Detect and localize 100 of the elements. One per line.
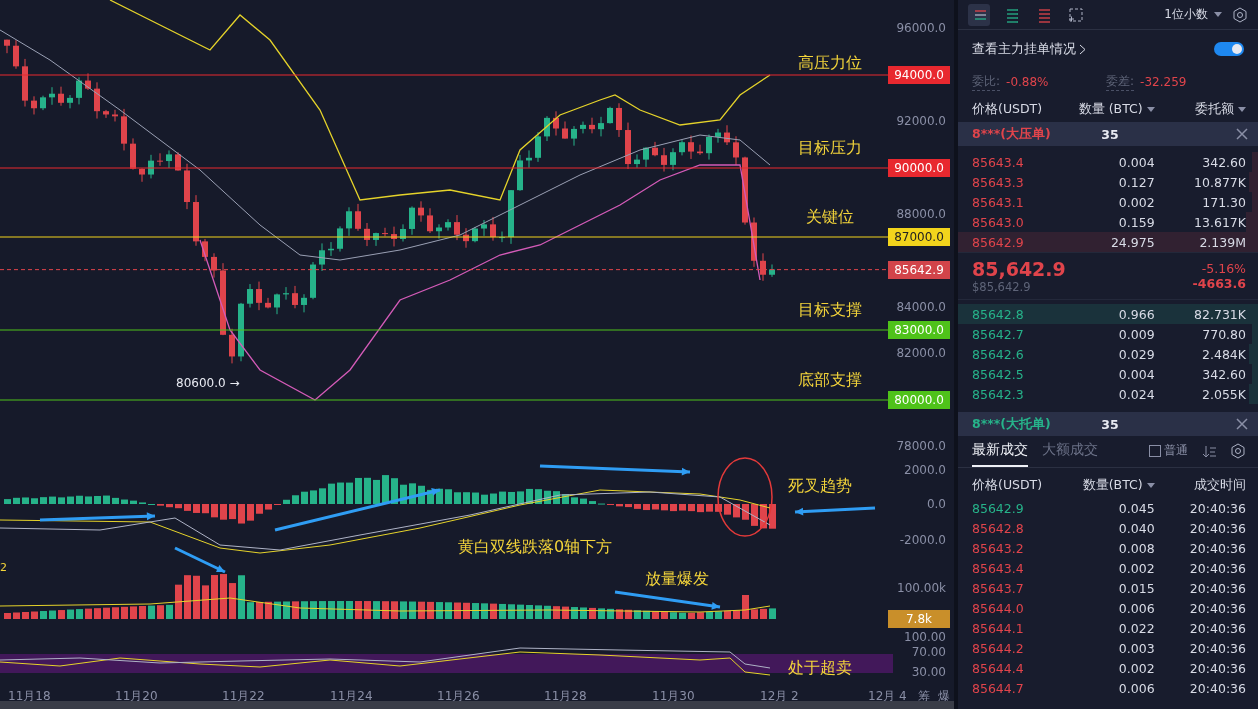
chart-tool-button[interactable]: 筹: [918, 690, 930, 702]
quantity-cell-text: 0.022: [1117, 620, 1155, 636]
bid-row[interactable]: 85642.7 0.009 770.80: [958, 324, 1258, 344]
column-header[interactable]: 数量 (BTC): [1063, 100, 1155, 118]
quantity-cell-text: 0.004: [1117, 154, 1155, 170]
quantity-cell-text: 0.029: [1117, 346, 1155, 362]
price-cell-text: 85643.0: [972, 214, 1025, 230]
alert-label: 8***(大托单): [972, 415, 1052, 433]
quantity-cell-text: 0.003: [1117, 640, 1155, 656]
precision-dropdown[interactable]: 1位小数: [1164, 6, 1222, 23]
chart-tool-button[interactable]: 爆: [938, 690, 950, 702]
date-axis-label: 11月18: [8, 690, 51, 702]
amount-cell-text: 82.731K: [1193, 306, 1246, 322]
price-cell-text: 85643.4: [972, 154, 1025, 170]
price-level-tag: 94000.0: [888, 66, 950, 84]
price-cell-text: 85643.3: [972, 174, 1025, 190]
date-axis-label: 11月28: [544, 690, 587, 702]
price-cell-text: 85642.6: [972, 346, 1025, 362]
amount-cell-text: 2.139M: [1198, 234, 1246, 250]
low-price-marker: 80600.0 →: [176, 377, 240, 389]
change-percent: -5.16%: [1200, 261, 1246, 276]
price-cell-text: 85644.7: [972, 680, 1025, 696]
price-axis-label: 92000.0: [896, 115, 946, 127]
alert-label: 8***(大压单): [972, 125, 1052, 143]
price-cell-text: 85642.8: [972, 520, 1025, 536]
signal-annotation: 死叉趋势: [788, 478, 852, 494]
quantity-cell-text: 0.015: [1117, 580, 1155, 596]
date-axis-label: 11月30: [652, 690, 695, 702]
price-axis-label: 78000.0: [896, 440, 946, 452]
last-price-tag: 85642.9: [888, 260, 950, 279]
quantity-cell-text: 0.004: [1117, 366, 1155, 382]
rsi-axis-label: 70.00: [911, 646, 946, 658]
volume-axis-label: 100.00k: [897, 582, 946, 594]
time-cell-text: 20:40:36: [1188, 600, 1246, 616]
price-cell-text: 85644.1: [972, 620, 1025, 636]
quantity-cell-text: 0.127: [1117, 174, 1155, 190]
time-cell-text: 20:40:36: [1188, 540, 1246, 556]
level-annotation: 关键位: [806, 209, 854, 225]
alert-count: 35: [1100, 126, 1120, 142]
time-cell-text: 20:40:36: [1188, 640, 1246, 656]
level-annotation: 底部支撑: [798, 372, 862, 388]
macd-axis-label: 0.0: [926, 498, 946, 510]
ask-row[interactable]: 85642.9 24.975 2.139M: [958, 232, 1258, 252]
column-header: 价格(USDT): [972, 100, 1044, 118]
price-cell-text: 85643.7: [972, 580, 1025, 596]
ask-row[interactable]: 85643.0 0.159 13.617K: [958, 212, 1258, 232]
macd-axis-label: 2000.0: [904, 464, 946, 476]
price-axis-label: 88000.0: [896, 208, 946, 220]
date-axis-label: 12月 4: [868, 690, 907, 702]
date-axis-label: 12月 2: [760, 690, 799, 702]
price-cell-text: 85642.7: [972, 326, 1025, 342]
amount-cell-text: 13.617K: [1193, 214, 1246, 230]
diff-value: -32.259: [1140, 75, 1188, 89]
quantity-cell-text: 0.002: [1117, 194, 1155, 210]
macd-annotation: 黄白双线跌落0轴下方: [458, 539, 613, 555]
date-axis-label: 11月22: [222, 690, 265, 702]
rsi-axis-label: 100.00: [904, 631, 946, 643]
quantity-cell-text: 0.045: [1117, 500, 1155, 516]
bid-row[interactable]: 85642.6 0.029 2.484K: [958, 344, 1258, 364]
time-cell-text: 20:40:36: [1188, 520, 1246, 536]
amount-cell-text: 342.60: [1201, 154, 1246, 170]
price-axis-label: 84000.0: [896, 301, 946, 313]
ask-row[interactable]: 85643.1 0.002 171.30: [958, 192, 1258, 212]
column-header[interactable]: 数量(BTC): [1063, 476, 1155, 494]
price-cell-text: 85644.0: [972, 600, 1025, 616]
column-header[interactable]: 委托额: [1154, 100, 1246, 118]
bid-row[interactable]: 85642.8 0.966 82.731K: [958, 304, 1258, 324]
usd-price: $85,642.9: [972, 280, 1032, 294]
rsi-annotation: 处于超卖: [788, 660, 852, 676]
amount-cell-text: 2.055K: [1201, 386, 1246, 402]
bid-row[interactable]: 85642.5 0.004 342.60: [958, 364, 1258, 384]
quantity-cell-text: 0.006: [1117, 680, 1155, 696]
column-header: 成交时间: [1193, 476, 1246, 494]
bid-row[interactable]: 85642.3 0.024 2.055K: [958, 384, 1258, 404]
trades-tab[interactable]: 最新成交: [972, 441, 1028, 467]
price-cell-text: 85644.4: [972, 660, 1025, 676]
date-axis-label: 11月20: [115, 690, 158, 702]
time-cell-text: 20:40:36: [1188, 660, 1246, 676]
amount-cell-text: 2.484K: [1201, 346, 1246, 362]
quantity-cell-text: 0.009: [1117, 326, 1155, 342]
quantity-cell-text: 0.002: [1117, 660, 1155, 676]
trades-tab[interactable]: 大额成交: [1042, 441, 1098, 467]
ask-row[interactable]: 85643.4 0.004 342.60: [958, 152, 1258, 172]
price-cell-text: 85642.9: [972, 234, 1025, 250]
level-annotation: 目标支撑: [798, 302, 862, 318]
indicator-value: 2: [0, 562, 7, 573]
volume-annotation: 放量爆发: [645, 571, 709, 587]
amount-cell-text: 10.877K: [1193, 174, 1246, 190]
macd-axis-label: -2000.0: [899, 534, 946, 546]
price-level-tag: 80000.0: [888, 391, 950, 409]
date-axis-label: 11月24: [330, 690, 373, 702]
main-orders-link[interactable]: 查看主力挂单情况: [972, 40, 1076, 58]
quantity-cell-text: 0.040: [1117, 520, 1155, 536]
ask-row[interactable]: 85643.3 0.127 10.877K: [958, 172, 1258, 192]
mode-toggle[interactable]: 普通: [1149, 442, 1188, 467]
price-cell-text: 85642.8: [972, 306, 1025, 322]
amount-cell-text: 342.60: [1201, 366, 1246, 382]
price-cell-text: 85642.9: [972, 500, 1025, 516]
date-axis-label: 11月26: [437, 690, 480, 702]
price-cell-text: 85643.2: [972, 540, 1025, 556]
